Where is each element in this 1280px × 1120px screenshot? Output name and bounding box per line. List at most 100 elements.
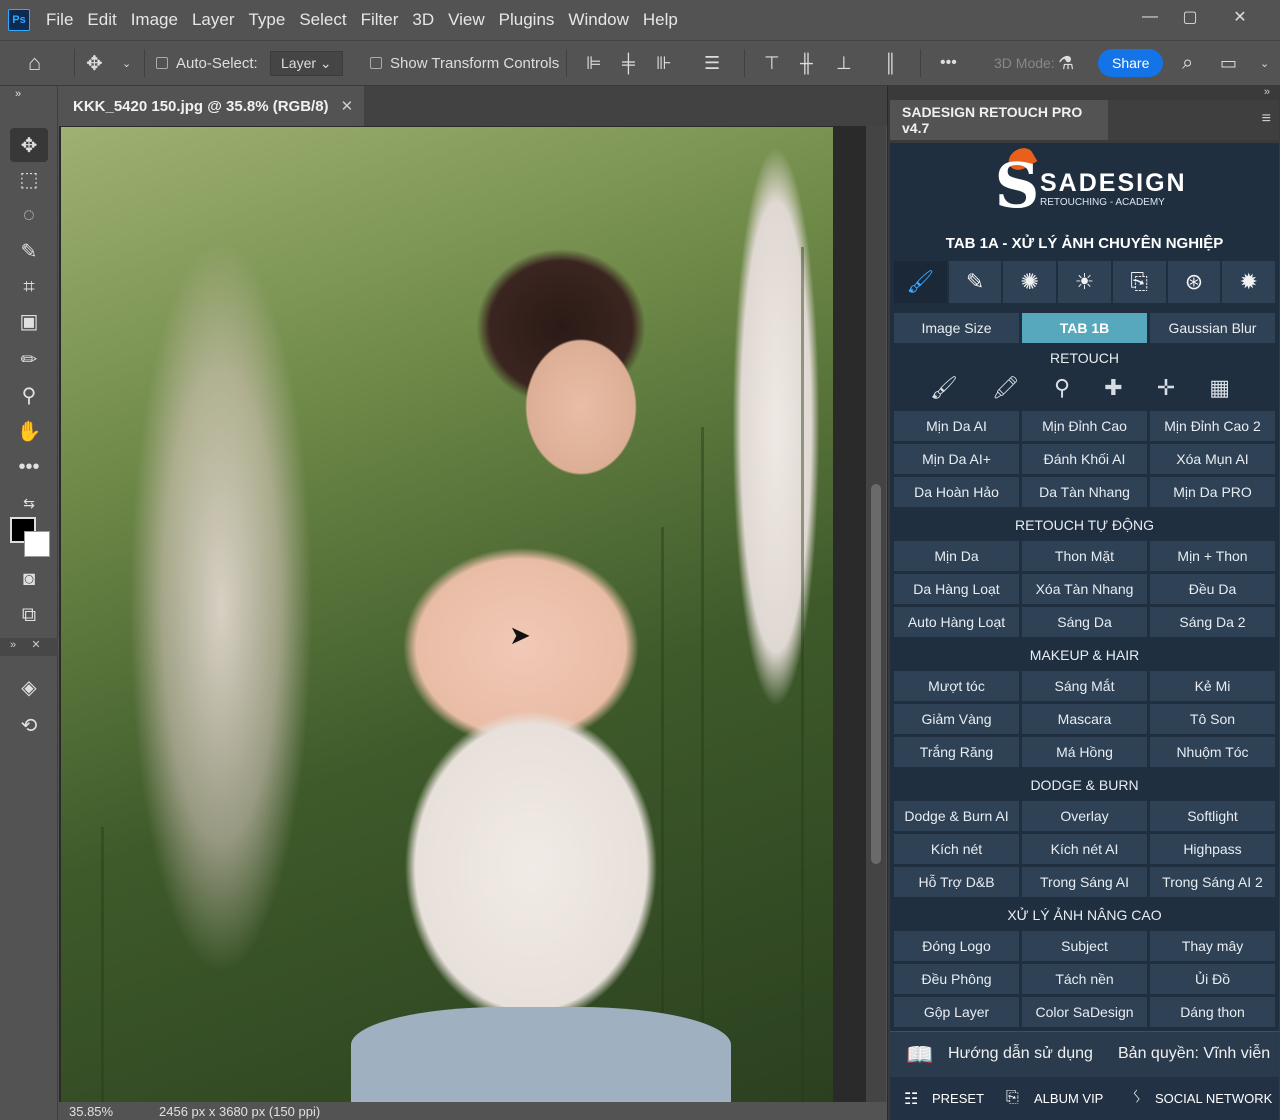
workspace-icon[interactable]: ▭ (1220, 41, 1237, 85)
action-button[interactable]: Da Hoàn Hảo (894, 477, 1019, 507)
action-button[interactable]: Mịn Da PRO (1150, 477, 1275, 507)
close-window-button[interactable]: ✕ (1220, 4, 1260, 30)
panel-tab[interactable]: SADESIGN RETOUCH PRO v4.7 (890, 100, 1108, 140)
action-button[interactable]: Sáng Da (1022, 607, 1147, 637)
guide-link[interactable]: Hướng dẫn sử dụng (948, 1045, 1093, 1063)
minimize-button[interactable]: — (1130, 4, 1170, 30)
action-button[interactable]: Mịn Đỉnh Cao 2 (1150, 411, 1275, 441)
action-button[interactable]: Kẻ Mi (1150, 671, 1275, 701)
action-button[interactable]: Trắng Răng (894, 737, 1019, 767)
move-tool-icon[interactable]: ✥ (10, 128, 48, 162)
marquee-tool-icon[interactable]: ⬚ (10, 162, 48, 196)
action-button[interactable]: Mịn Da AI+ (894, 444, 1019, 474)
action-button[interactable]: Mascara (1022, 704, 1147, 734)
action-button[interactable]: Mịn Đỉnh Cao (1022, 411, 1147, 441)
maximize-button[interactable]: ▢ (1170, 4, 1210, 30)
action-button[interactable]: Mịn Da (894, 541, 1019, 571)
patch-icon[interactable]: ✛ (1157, 375, 1175, 405)
auto-select-dropdown[interactable]: Layer ⌄ (270, 41, 343, 85)
vertical-scrollbar[interactable] (866, 126, 886, 1102)
action-button[interactable]: Tách nền (1022, 964, 1147, 994)
paint-brush-icon[interactable]: 🖍 (992, 375, 1020, 405)
menu-plugins[interactable]: Plugins (499, 10, 555, 30)
more-options-icon[interactable]: ••• (940, 41, 957, 85)
menu-image[interactable]: Image (131, 10, 178, 30)
action-button[interactable]: Nhuộm Tóc (1150, 737, 1275, 767)
align-center-icon[interactable]: ╪ (622, 41, 635, 85)
action-button[interactable]: Kích nét AI (1022, 834, 1147, 864)
quick-mask-icon[interactable]: ◙ (10, 562, 48, 596)
move-tool-icon[interactable]: ✥ (86, 41, 103, 85)
action-button[interactable]: Mịn + Thon (1150, 541, 1275, 571)
action-button[interactable]: Trong Sáng AI (1022, 867, 1147, 897)
menu-3d[interactable]: 3D (412, 10, 434, 30)
action-button[interactable]: Sáng Da 2 (1150, 607, 1275, 637)
stamp-icon[interactable]: ⚲ (1054, 375, 1070, 405)
home-icon[interactable]: ⌂ (28, 41, 41, 85)
action-button[interactable]: Má Hồng (1022, 737, 1147, 767)
align-bottom-icon[interactable]: ⊥ (836, 41, 852, 85)
action-button[interactable]: Đóng Logo (894, 931, 1019, 961)
action-button[interactable]: Trong Sáng AI 2 (1150, 867, 1275, 897)
align-right-icon[interactable]: ⊪ (656, 41, 672, 85)
action-button[interactable]: Softlight (1150, 801, 1275, 831)
zoom-level[interactable]: 35.85% (69, 1104, 149, 1119)
menu-layer[interactable]: Layer (192, 10, 235, 30)
background-color-swatch[interactable] (24, 531, 50, 557)
layers-icon[interactable]: ◈ (10, 670, 48, 704)
action-button[interactable]: Xóa Mụn AI (1150, 444, 1275, 474)
search-icon[interactable]: ⌕ (1182, 41, 1193, 85)
action-button[interactable]: Overlay (1022, 801, 1147, 831)
share-button[interactable]: Share (1098, 41, 1164, 85)
action-button[interactable]: Thon Mặt (1022, 541, 1147, 571)
aperture-icon[interactable]: ✺ (1003, 261, 1057, 303)
lasso-tool-icon[interactable]: ◌ (10, 198, 48, 232)
menu-edit[interactable]: Edit (87, 10, 116, 30)
scrollbar-thumb[interactable] (871, 484, 881, 864)
panel-menu-icon[interactable]: ≡ (1262, 110, 1271, 128)
chevron-down-icon[interactable]: ⌄ (122, 41, 131, 85)
social-network-button[interactable]: SOCIAL NETWORK (1155, 1091, 1272, 1106)
preset-button[interactable]: PRESET (932, 1091, 984, 1106)
more-tools-icon[interactable]: ••• (10, 450, 48, 484)
file-3d-icon[interactable]: ⎘ (1112, 261, 1166, 303)
menu-view[interactable]: View (448, 10, 485, 30)
menu-type[interactable]: Type (248, 10, 285, 30)
frame-tool-icon[interactable]: ▣ (10, 304, 48, 338)
auto-select-checkbox[interactable]: Auto-Select: (156, 41, 258, 85)
photo-canvas[interactable] (61, 127, 833, 1102)
menu-file[interactable]: File (46, 10, 73, 30)
action-button[interactable]: Mượt tóc (894, 671, 1019, 701)
align-left-icon[interactable]: ⊫ (586, 41, 602, 85)
action-button[interactable]: Highpass (1150, 834, 1275, 864)
flask-icon[interactable]: ⚗ (1058, 41, 1074, 85)
action-button[interactable]: Sáng Mắt (1022, 671, 1147, 701)
settings-aperture-icon[interactable]: ✹ (1222, 261, 1276, 303)
brush-icon[interactable]: 🖌 (930, 375, 958, 405)
chevron-down-icon[interactable]: ⌄ (1260, 41, 1269, 85)
album-vip-button[interactable]: ALBUM VIP (1034, 1091, 1103, 1106)
action-button[interactable]: Gộp Layer (894, 997, 1019, 1027)
stamp-tool-icon[interactable]: ⚲ (10, 378, 48, 412)
align-top-icon[interactable]: ⊤ (764, 41, 780, 85)
menu-filter[interactable]: Filter (361, 10, 399, 30)
screen-mode-icon[interactable]: ⧉ (10, 598, 48, 632)
action-button[interactable]: Ủi Đồ (1150, 964, 1275, 994)
color-circles-icon[interactable]: ⊛ (1167, 261, 1221, 303)
action-button[interactable]: Tô Son (1150, 704, 1275, 734)
menu-help[interactable]: Help (643, 10, 678, 30)
image-size-button[interactable]: Image Size (894, 313, 1019, 343)
action-button[interactable]: Kích nét (894, 834, 1019, 864)
gaussian-blur-button[interactable]: Gaussian Blur (1150, 313, 1275, 343)
document-tab[interactable]: KKK_5420 150.jpg @ 35.8% (RGB/8) ✕ (59, 86, 364, 126)
quick-select-icon[interactable]: ✎ (10, 234, 48, 268)
distribute-icon[interactable]: ☰ (704, 41, 720, 85)
history-icon[interactable]: ⟲ (10, 708, 48, 742)
expand-panels-icon[interactable]: » (1264, 86, 1270, 98)
show-transform-checkbox[interactable]: Show Transform Controls (370, 41, 559, 85)
distribute-vertical-icon[interactable]: ║ (884, 41, 897, 85)
tab-1b-button[interactable]: TAB 1B (1022, 313, 1147, 343)
hand-tool-icon[interactable]: ✋ (10, 414, 48, 448)
action-button[interactable]: Da Tàn Nhang (1022, 477, 1147, 507)
brightness-icon[interactable]: ☀ (1058, 261, 1111, 303)
